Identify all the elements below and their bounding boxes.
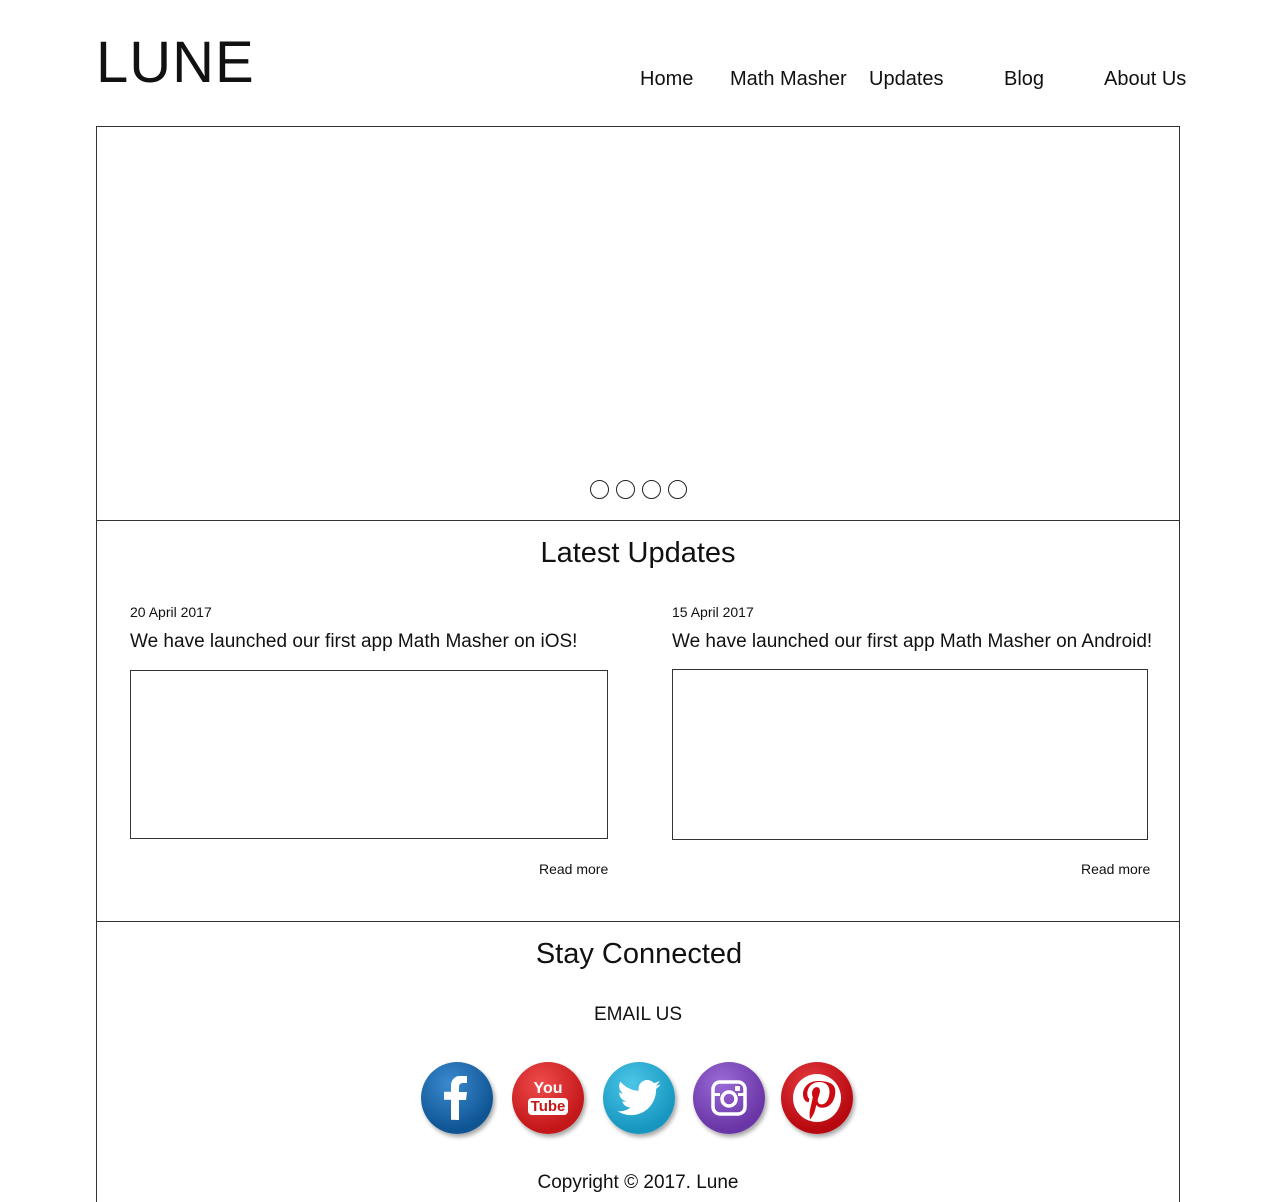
latest-updates-section: Latest Updates 20 April 2017 We have lau…	[96, 520, 1180, 922]
update-date: 15 April 2017	[672, 604, 754, 620]
main-nav: Home Math Masher Updates Blog About Us	[0, 68, 1280, 96]
email-us-link[interactable]: EMAIL US	[97, 1004, 1179, 1026]
copyright-text: Copyright © 2017. Lune	[537, 1172, 739, 1193]
nav-updates[interactable]: Updates	[869, 68, 944, 91]
instagram-button[interactable]	[693, 1062, 765, 1134]
nav-blog[interactable]: Blog	[1004, 68, 1044, 91]
instagram-icon	[711, 1080, 747, 1116]
slider-dot-1[interactable]	[589, 480, 609, 499]
slider-dot-3[interactable]	[641, 480, 661, 499]
page: LUNE Home Math Masher Updates Blog About…	[0, 0, 1280, 1202]
social-links: You Tube	[97, 1062, 1179, 1138]
pinterest-button[interactable]	[781, 1062, 853, 1134]
read-more-link[interactable]: Read more	[1081, 861, 1150, 877]
twitter-button[interactable]	[603, 1062, 675, 1134]
update-image-placeholder[interactable]	[130, 670, 608, 839]
update-date: 20 April 2017	[130, 604, 212, 620]
slider-dot-2[interactable]	[615, 480, 635, 499]
update-headline[interactable]: We have launched our first app Math Mash…	[672, 631, 1152, 653]
nav-home[interactable]: Home	[640, 68, 693, 91]
read-more-link[interactable]: Read more	[539, 861, 608, 877]
nav-about-us[interactable]: About Us	[1104, 68, 1186, 91]
facebook-icon	[444, 1076, 467, 1120]
pinterest-icon	[793, 1074, 841, 1122]
youtube-you-text: You	[533, 1080, 563, 1097]
stay-connected-title: Stay Connected	[535, 938, 743, 970]
update-image-placeholder[interactable]	[672, 669, 1148, 840]
nav-math-masher[interactable]: Math Masher	[730, 68, 847, 91]
twitter-icon	[617, 1080, 661, 1116]
hero-slider	[96, 126, 1180, 521]
latest-updates-title: Latest Updates	[540, 537, 736, 569]
youtube-tube-text: Tube	[527, 1098, 569, 1115]
youtube-button[interactable]: You Tube	[512, 1062, 584, 1134]
slider-dots	[97, 480, 1179, 499]
facebook-button[interactable]	[421, 1062, 493, 1134]
stay-connected-section: Stay Connected EMAIL US You Tube Copyrig…	[96, 921, 1180, 1202]
slider-dot-4[interactable]	[667, 480, 687, 499]
update-headline[interactable]: We have launched our first app Math Mash…	[130, 631, 577, 653]
youtube-icon: You Tube	[527, 1080, 569, 1115]
